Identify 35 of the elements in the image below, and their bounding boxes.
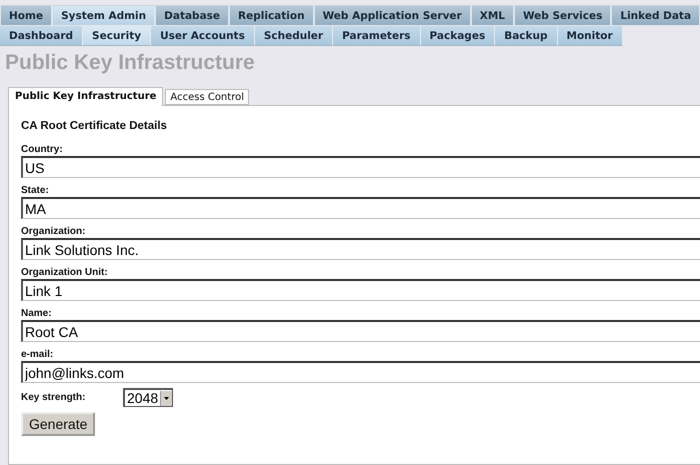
input-field[interactable]: MA [21, 197, 700, 219]
panel-tab[interactable]: Public Key Infrastructure [8, 87, 164, 106]
input-field[interactable]: Link 1 [21, 279, 700, 301]
nav-tab[interactable]: XML [470, 5, 514, 26]
sub-nav-tab[interactable]: Parameters [333, 26, 421, 46]
generate-button[interactable]: Generate [21, 412, 96, 436]
sub-nav-tab[interactable]: Backup [495, 26, 558, 46]
field-label: Organization: [21, 226, 86, 237]
sub-nav-tab[interactable]: Monitor [558, 26, 623, 46]
sub-nav-tab[interactable]: Packages [420, 26, 496, 46]
nav-tab[interactable]: Replication [229, 5, 314, 26]
nav-tab[interactable]: Database [155, 5, 230, 26]
field-label: State: [21, 185, 50, 196]
nav-tab[interactable]: Linked Data [611, 5, 700, 26]
panel-tab[interactable]: Access Control [165, 89, 249, 105]
input-field[interactable]: Link Solutions Inc. [21, 238, 700, 260]
sub-nav-tab[interactable]: User Accounts [151, 26, 255, 46]
input-field[interactable]: john@links.com [21, 361, 700, 383]
field-label: Key strength: [21, 392, 86, 403]
sub-nav-tab[interactable]: Dashboard [0, 26, 84, 46]
sub-nav-tab[interactable]: Security [83, 26, 152, 46]
input-field[interactable]: Root CA [21, 320, 700, 342]
field-label: e-mail: [21, 349, 54, 360]
nav-tab[interactable]: Web Application Server [314, 5, 471, 26]
field-label: Country: [21, 144, 64, 155]
field-label: Name: [21, 308, 53, 319]
page-title: Public Key Infrastructure [5, 51, 256, 75]
sub-nav-tab[interactable]: Scheduler [254, 26, 334, 46]
nav-tab[interactable]: Web Services [514, 5, 612, 26]
field-label: Organization Unit: [21, 267, 109, 278]
input-field[interactable]: US [21, 156, 700, 178]
key-strength-dropdown[interactable]: 2048 [123, 388, 174, 407]
section-title: CA Root Certificate Details [21, 120, 168, 132]
nav-tab[interactable]: Home [0, 5, 52, 26]
nav-tab[interactable]: System Admin [52, 5, 156, 26]
